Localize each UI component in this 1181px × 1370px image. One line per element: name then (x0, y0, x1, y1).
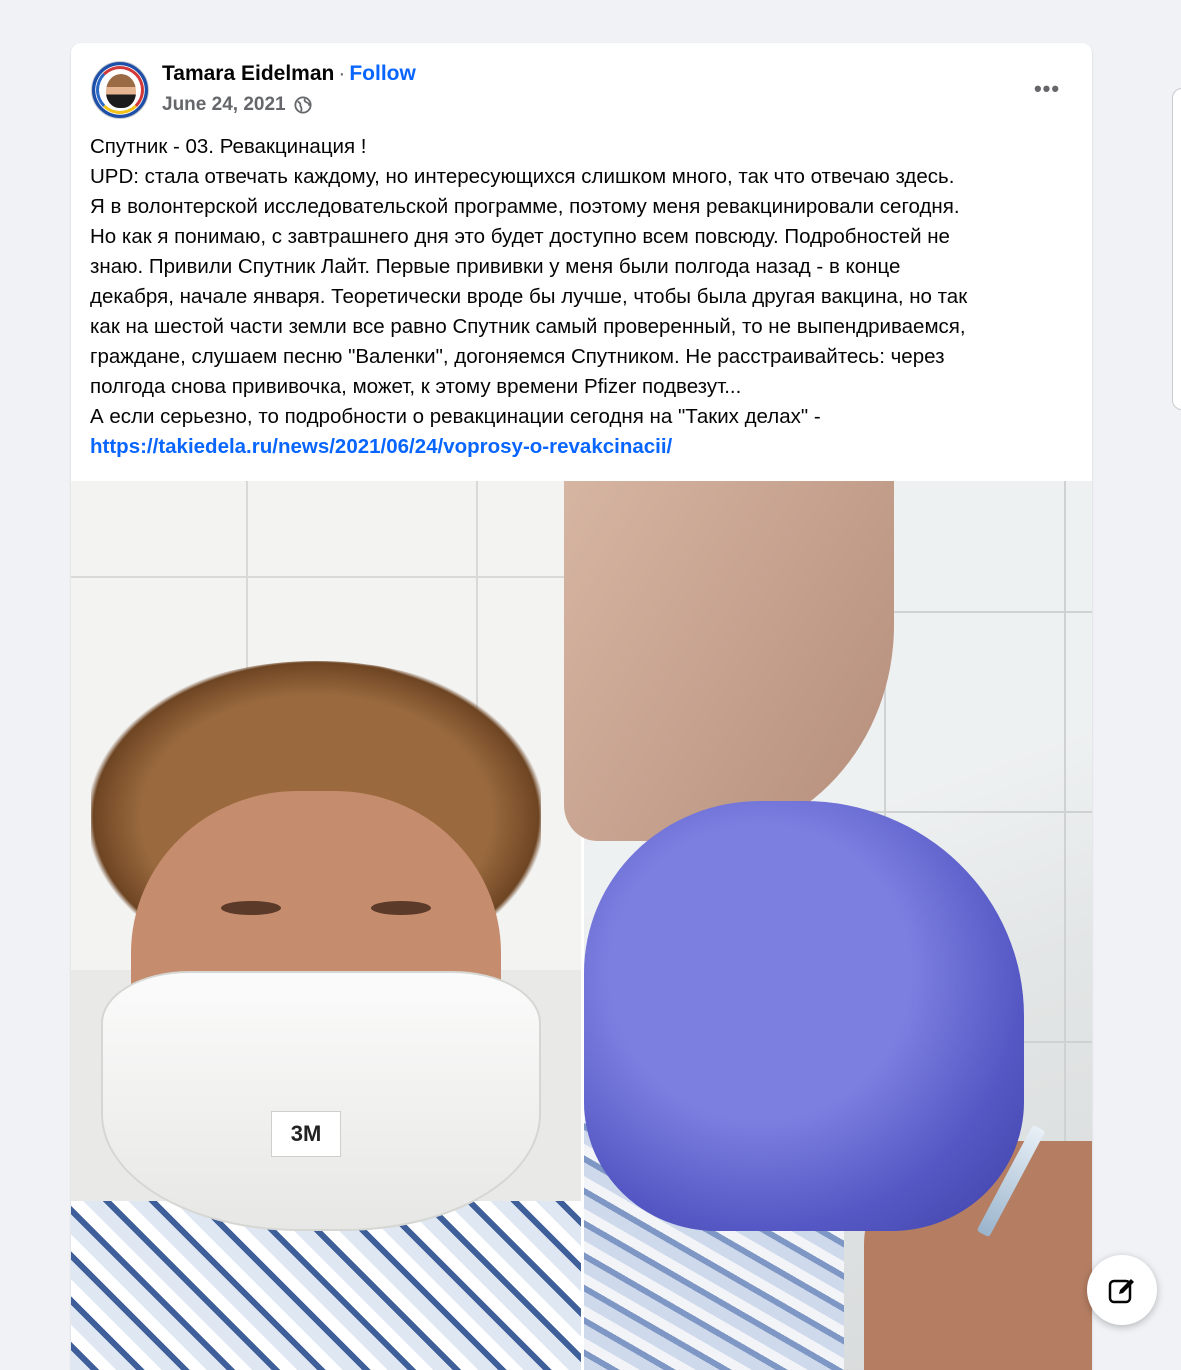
post-header: Tamara Eidelman · Follow (162, 62, 416, 86)
text-line: полгода снова прививочка, может, к этому… (90, 375, 742, 398)
article-link[interactable]: https://takiedela.ru/news/2021/06/24/vop… (90, 432, 1075, 462)
author-name[interactable]: Tamara Eidelman (162, 62, 334, 85)
raised-arm (564, 481, 894, 841)
post-date[interactable]: June 24, 2021 (162, 94, 286, 116)
post-card: Tamara Eidelman · Follow June 24, 2021 •••… (71, 43, 1092, 1370)
text-line: граждане, слушаем песню "Валенки", догон… (90, 345, 945, 368)
avatar-face (106, 74, 136, 108)
side-panel-handle[interactable] (1172, 88, 1181, 410)
photo-selfie-with-respirator[interactable]: 3M (71, 481, 581, 1370)
text-line: Я в волонтерской исследовательской прогр… (90, 195, 960, 218)
text-line: как на шестой части земли все равно Спут… (90, 315, 966, 338)
text-line: Спутник - 03. Ревакцинация ! (90, 135, 367, 158)
more-options-button[interactable]: ••• (1029, 71, 1065, 107)
purple-glove (584, 801, 1024, 1231)
globe-icon (294, 96, 312, 114)
separator-dot: · (338, 62, 346, 85)
text-line: UPD: стала отвечать каждому, но интересу… (90, 165, 955, 188)
eye (371, 901, 431, 915)
post-text: Спутник - 03. Ревакцинация ! UPD: стала … (90, 132, 1075, 462)
compose-button[interactable] (1087, 1255, 1157, 1325)
mask-brand-label: 3M (271, 1111, 341, 1157)
edit-icon (1108, 1279, 1134, 1304)
eye (221, 901, 281, 915)
post-meta: June 24, 2021 (162, 94, 312, 116)
tile-grout (71, 576, 581, 578)
author-avatar[interactable] (91, 61, 149, 119)
photo-vaccine-injection[interactable] (564, 481, 1092, 1370)
respirator-mask (101, 971, 541, 1231)
text-line: декабря, начале января. Теоретически вро… (90, 285, 968, 308)
follow-button[interactable]: Follow (349, 62, 416, 85)
text-line: А если серьезно, то подробности о ревакц… (90, 405, 821, 428)
text-line: Но как я понимаю, с завтрашнего дня это … (90, 225, 950, 248)
text-line: знаю. Привили Спутник Лайт. Первые приви… (90, 255, 901, 278)
